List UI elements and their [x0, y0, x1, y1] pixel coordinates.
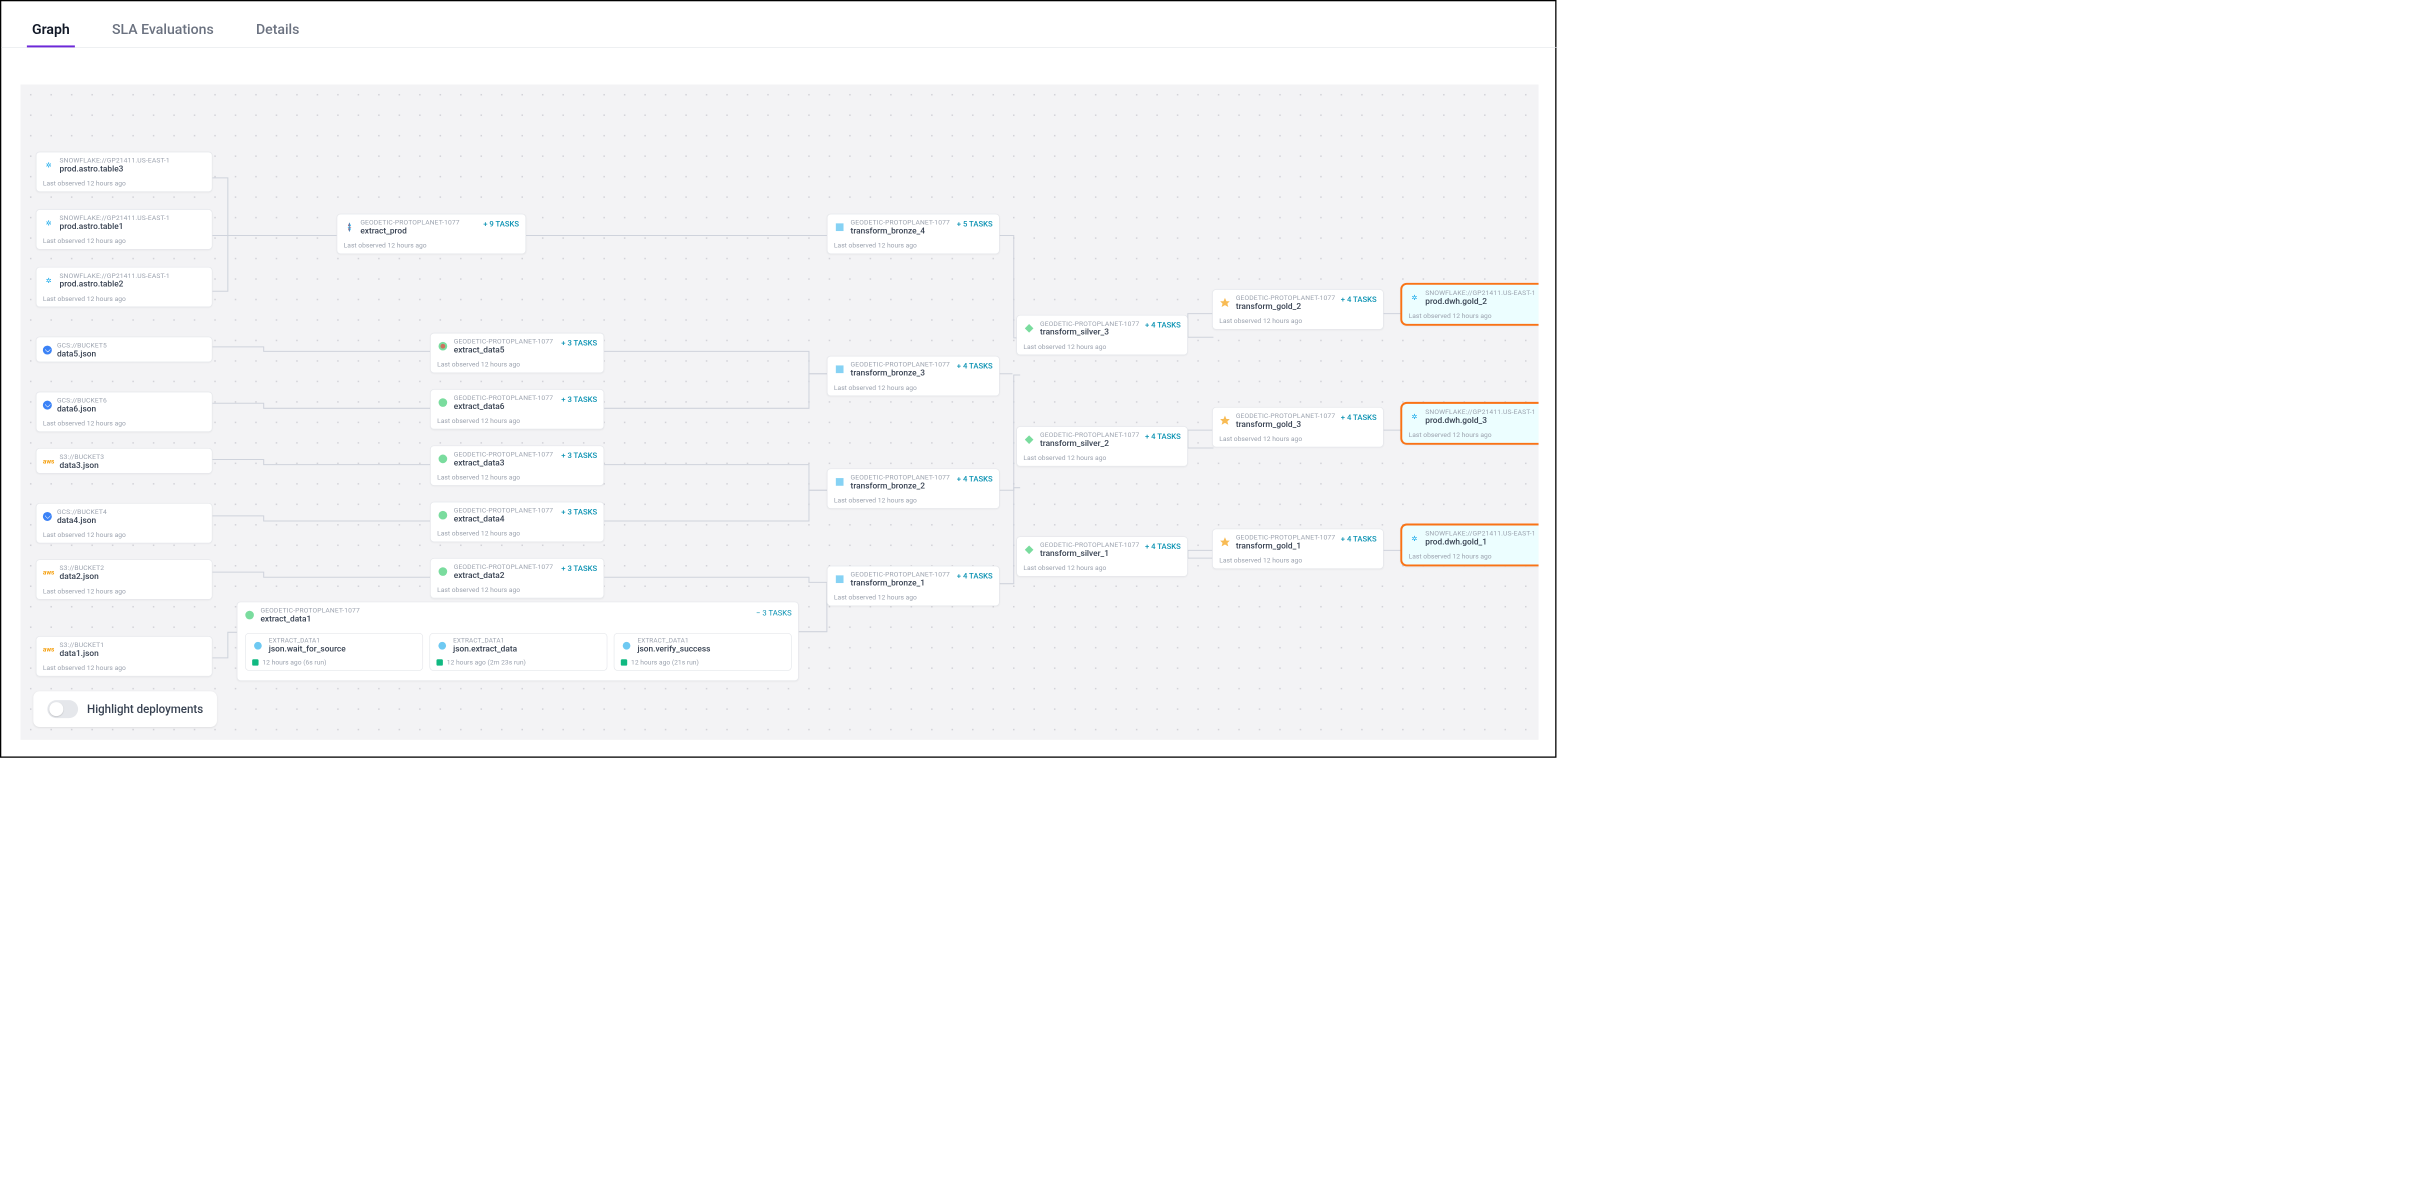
gcs-icon [43, 512, 52, 521]
highlight-deployments-switch[interactable] [47, 700, 78, 718]
snowflake-icon: ✲ [1409, 411, 1421, 423]
airflow-icon [621, 640, 633, 652]
airflow-icon [1219, 536, 1231, 548]
node-transform-silver-1[interactable]: + 4 TASKS GEODETIC-PROTOPLANET-1077trans… [1016, 536, 1188, 576]
snowflake-icon: ✲ [1409, 532, 1421, 544]
tabs: Graph SLA Evaluations Details [1, 1, 1557, 48]
node-data6[interactable]: GCS://BUCKET6data6.json Last observed 12… [36, 392, 213, 432]
highlight-deployments-label: Highlight deployments [87, 702, 203, 715]
node-transform-bronze-2[interactable]: + 4 TASKS GEODETIC-PROTOPLANET-1077trans… [827, 468, 1000, 508]
collapse-tasks-button[interactable]: − 3 TASKS [756, 609, 792, 618]
airflow-icon [344, 221, 356, 233]
node-transform-gold-3[interactable]: + 4 TASKS GEODETIC-PROTOPLANET-1077trans… [1212, 407, 1384, 447]
gcs-icon [43, 401, 52, 410]
status-success-icon [436, 659, 442, 665]
node-data5[interactable]: GCS://BUCKET5data5.json [36, 337, 213, 363]
node-data4[interactable]: GCS://BUCKET4data4.json Last observed 12… [36, 503, 213, 543]
snowflake-icon: ✲ [43, 217, 55, 229]
node-extract-data6[interactable]: + 3 TASKS GEODETIC-PROTOPLANET-1077extra… [430, 389, 604, 429]
node-data3[interactable]: awsS3://BUCKET3data3.json [36, 448, 213, 474]
snowflake-icon: ✲ [1409, 292, 1421, 304]
airflow-icon [437, 509, 449, 521]
s3-icon: aws [43, 567, 55, 579]
airflow-icon [1219, 297, 1231, 309]
airflow-icon [834, 364, 846, 376]
node-prod-dwh-gold-2[interactable]: ✲SNOWFLAKE://GP21411.US-EAST-1prod.dwh.g… [1400, 283, 1538, 326]
status-success-icon [621, 659, 627, 665]
node-prod-dwh-gold-3[interactable]: ✲SNOWFLAKE://GP21411.US-EAST-1prod.dwh.g… [1400, 402, 1538, 445]
airflow-icon [244, 609, 256, 621]
node-extract-data5[interactable]: + 3 TASKS GEODETIC-PROTOPLANET-1077extra… [430, 333, 604, 373]
airflow-icon [437, 566, 449, 578]
node-data2[interactable]: awsS3://BUCKET2data2.json Last observed … [36, 559, 213, 599]
airflow-icon [834, 221, 846, 233]
tab-sla-evaluations[interactable]: SLA Evaluations [107, 14, 219, 47]
airflow-icon [252, 640, 264, 652]
snowflake-icon: ✲ [43, 159, 55, 171]
node-transform-silver-3[interactable]: + 4 TASKS GEODETIC-PROTOPLANET-1077trans… [1016, 315, 1188, 355]
airflow-icon [437, 397, 449, 409]
node-extract-data4[interactable]: + 3 TASKS GEODETIC-PROTOPLANET-1077extra… [430, 502, 604, 542]
airflow-icon [834, 476, 846, 488]
gcs-icon [43, 346, 52, 355]
airflow-icon [437, 340, 449, 352]
highlight-deployments-toggle-container: Highlight deployments [33, 691, 217, 727]
status-success-icon [252, 659, 258, 665]
airflow-icon [834, 573, 846, 585]
node-extract-data2[interactable]: + 3 TASKS GEODETIC-PROTOPLANET-1077extra… [430, 558, 604, 598]
node-prod-dwh-gold-1[interactable]: ✲SNOWFLAKE://GP21411.US-EAST-1prod.dwh.g… [1400, 524, 1538, 567]
airflow-icon [1219, 415, 1231, 427]
airflow-icon [437, 453, 449, 465]
task-extract-data[interactable]: EXTRACT_DATA1json.extract_data 12 hours … [429, 633, 607, 671]
node-transform-silver-2[interactable]: + 4 TASKS GEODETIC-PROTOPLANET-1077trans… [1016, 426, 1188, 466]
s3-icon: aws [43, 456, 55, 468]
airflow-icon [1023, 323, 1035, 335]
node-prod-astro-table3[interactable]: ✲SNOWFLAKE://GP21411.US-EAST-1prod.astro… [36, 152, 213, 192]
node-transform-gold-2[interactable]: + 4 TASKS GEODETIC-PROTOPLANET-1077trans… [1212, 289, 1384, 329]
task-wait-for-source[interactable]: EXTRACT_DATA1json.wait_for_source 12 hou… [245, 633, 423, 671]
tab-graph[interactable]: Graph [27, 14, 75, 47]
airflow-icon [1023, 544, 1035, 556]
snowflake-icon: ✲ [43, 275, 55, 287]
node-data1[interactable]: awsS3://BUCKET1data1.json Last observed … [36, 636, 213, 676]
airflow-icon [436, 640, 448, 652]
node-extract-data3[interactable]: + 3 TASKS GEODETIC-PROTOPLANET-1077extra… [430, 445, 604, 485]
node-prod-astro-table1[interactable]: ✲SNOWFLAKE://GP21411.US-EAST-1prod.astro… [36, 209, 213, 249]
node-prod-astro-table2[interactable]: ✲SNOWFLAKE://GP21411.US-EAST-1prod.astro… [36, 267, 213, 307]
tab-details[interactable]: Details [251, 14, 305, 47]
node-transform-bronze-1[interactable]: + 4 TASKS GEODETIC-PROTOPLANET-1077trans… [827, 566, 1000, 606]
airflow-icon [1023, 434, 1035, 446]
node-transform-gold-1[interactable]: + 4 TASKS GEODETIC-PROTOPLANET-1077trans… [1212, 529, 1384, 569]
node-extract-data1-expanded[interactable]: GEODETIC-PROTOPLANET-1077extract_data1 −… [237, 602, 799, 681]
s3-icon: aws [43, 644, 55, 656]
node-transform-bronze-3[interactable]: + 4 TASKS GEODETIC-PROTOPLANET-1077trans… [827, 356, 1000, 396]
node-transform-bronze-4[interactable]: + 5 TASKS GEODETIC-PROTOPLANET-1077trans… [827, 214, 1000, 254]
task-verify-success[interactable]: EXTRACT_DATA1json.verify_success 12 hour… [614, 633, 792, 671]
graph-canvas[interactable]: ✲SNOWFLAKE://GP21411.US-EAST-1prod.astro… [20, 84, 1538, 739]
node-extract-prod[interactable]: + 9 TASKS GEODETIC-PROTOPLANET-1077extra… [337, 214, 526, 254]
